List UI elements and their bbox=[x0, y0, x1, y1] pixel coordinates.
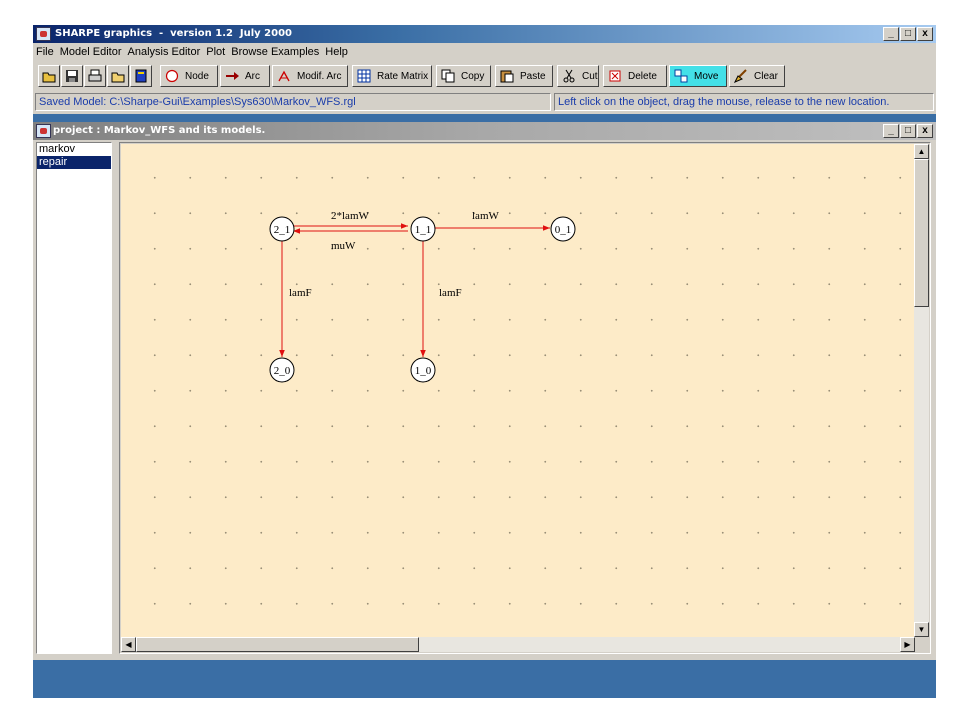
copy-button[interactable]: Copy bbox=[436, 65, 491, 87]
project-window: project : Markov_WFS and its models. _ □… bbox=[33, 122, 936, 660]
project-title-bar: project : Markov_WFS and its models. _ □… bbox=[33, 122, 936, 140]
maximize-button[interactable]: □ bbox=[900, 27, 916, 41]
menu-file[interactable]: File bbox=[33, 44, 57, 58]
scroll-down-button[interactable]: ▼ bbox=[914, 622, 929, 637]
bottom-blue-bar bbox=[33, 660, 936, 698]
toolbar: Node Arc Modif. Arc Rate Matrix Copy Pas… bbox=[33, 62, 936, 90]
node-2_0[interactable]: 2_0 bbox=[269, 357, 295, 383]
book-icon bbox=[134, 69, 148, 83]
menu-bar: File Model Editor Analysis Editor Plot Brows… bbox=[33, 44, 936, 61]
arrow-arc-icon bbox=[225, 69, 239, 83]
menu-model-editor[interactable]: Model Editor bbox=[57, 44, 125, 58]
modif-arc-tool-button[interactable]: Modif. Arc bbox=[272, 65, 348, 87]
node-label-2_1: 2_1 bbox=[274, 224, 291, 236]
copy-label: Copy bbox=[461, 70, 485, 82]
model-list-item[interactable]: markov bbox=[37, 143, 111, 156]
app-title-bar: SHARPE graphics - version 1.2 July 2000 … bbox=[33, 25, 936, 43]
status-row: Saved Model: C:\Sharpe-Gui\Examples\Sys6… bbox=[33, 93, 936, 111]
cut-button[interactable]: Cut bbox=[557, 65, 599, 87]
minimize-button[interactable]: _ bbox=[883, 27, 899, 41]
delete-label: Delete bbox=[628, 70, 657, 82]
book-button[interactable] bbox=[130, 65, 152, 87]
vertical-scrollbar[interactable]: ▲ ▼ bbox=[914, 144, 929, 637]
saved-model-path: Saved Model: C:\Sharpe-Gui\Examples\Sys6… bbox=[35, 93, 551, 111]
clear-label: Clear bbox=[754, 70, 778, 82]
graph-svg: 2*lamW muW lamW lamF lamF 2_1 1_1 0_1 2_… bbox=[269, 210, 576, 383]
move-tool-button[interactable]: Move bbox=[669, 65, 727, 87]
menu-help[interactable]: Help bbox=[322, 44, 351, 58]
node-tool-label: Node bbox=[185, 70, 209, 82]
new-folder-button[interactable] bbox=[107, 65, 129, 87]
application-window: SHARPE graphics - version 1.2 July 2000 … bbox=[33, 25, 936, 698]
app-title: SHARPE graphics - version 1.2 July 2000 bbox=[55, 28, 293, 39]
clear-button[interactable]: Clear bbox=[729, 65, 785, 87]
cut-label: Cut bbox=[582, 70, 598, 82]
open-button[interactable] bbox=[38, 65, 60, 87]
move-boxes-icon bbox=[674, 69, 688, 83]
node-1_1[interactable]: 1_1 bbox=[410, 216, 436, 242]
model-list-item-selected[interactable]: repair bbox=[37, 156, 111, 169]
open-folder-icon bbox=[42, 69, 56, 83]
arc-tool-button[interactable]: Arc bbox=[220, 65, 270, 87]
node-label-0_1: 0_1 bbox=[555, 224, 572, 236]
save-button[interactable] bbox=[61, 65, 83, 87]
node-label-1_1: 1_1 bbox=[415, 224, 432, 236]
scroll-left-button[interactable]: ◀ bbox=[121, 637, 136, 652]
horizontal-scrollbar[interactable]: ◀ ▶ bbox=[121, 637, 915, 652]
vertical-scroll-thumb[interactable] bbox=[914, 159, 929, 307]
node-label-1_0: 1_0 bbox=[415, 365, 432, 377]
save-icon bbox=[65, 69, 79, 83]
project-maximize-button[interactable]: □ bbox=[900, 124, 916, 138]
delete-eraser-icon bbox=[608, 69, 622, 83]
print-icon bbox=[88, 69, 102, 83]
arc-tool-label: Arc bbox=[245, 70, 260, 82]
graph-canvas[interactable]: 2*lamW muW lamW lamF lamF 2_1 1_1 0_1 2_… bbox=[121, 144, 915, 637]
project-minimize-button[interactable]: _ bbox=[883, 124, 899, 138]
matrix-grid-icon bbox=[357, 69, 371, 83]
circle-node-icon bbox=[165, 69, 179, 83]
rate-matrix-label: Rate Matrix bbox=[377, 70, 429, 82]
project-title: project : Markov_WFS and its models. bbox=[53, 125, 266, 136]
arc-label-lamw: lamW bbox=[472, 210, 499, 222]
horizontal-scroll-thumb[interactable] bbox=[136, 637, 419, 652]
arc-label-2lamw: 2*lamW bbox=[331, 210, 369, 222]
node-0_1[interactable]: 0_1 bbox=[550, 216, 576, 242]
close-button[interactable]: x bbox=[917, 27, 933, 41]
new-folder-icon bbox=[111, 69, 125, 83]
node-2_1[interactable]: 2_1 bbox=[269, 216, 295, 242]
modify-arc-icon bbox=[277, 69, 291, 83]
desktop-strip bbox=[33, 114, 936, 122]
delete-button[interactable]: Delete bbox=[603, 65, 667, 87]
scroll-right-button[interactable]: ▶ bbox=[900, 637, 915, 652]
tool-hint: Left click on the object, drag the mouse… bbox=[554, 93, 934, 111]
node-label-2_0: 2_0 bbox=[274, 365, 291, 377]
scroll-up-button[interactable]: ▲ bbox=[914, 144, 929, 159]
arc-label-muw: muW bbox=[331, 240, 356, 252]
sharpe-app-icon bbox=[36, 27, 51, 41]
menu-analysis-editor[interactable]: Analysis Editor bbox=[125, 44, 204, 58]
editor-frame: 2*lamW muW lamW lamF lamF 2_1 1_1 0_1 2_… bbox=[119, 142, 931, 654]
node-1_0[interactable]: 1_0 bbox=[410, 357, 436, 383]
paste-button[interactable]: Paste bbox=[495, 65, 553, 87]
paste-clipboard-icon bbox=[500, 69, 514, 83]
arc-label-lamf-right: lamF bbox=[439, 287, 462, 299]
menu-browse-examples[interactable]: Browse Examples bbox=[228, 44, 322, 58]
broom-icon bbox=[733, 69, 748, 83]
move-tool-label: Move bbox=[694, 70, 719, 82]
scissors-icon bbox=[562, 69, 576, 83]
print-button[interactable] bbox=[84, 65, 106, 87]
project-window-icon bbox=[36, 124, 51, 138]
paste-label: Paste bbox=[520, 70, 546, 82]
modif-arc-tool-label: Modif. Arc bbox=[297, 70, 342, 82]
project-close-button[interactable]: x bbox=[917, 124, 933, 138]
rate-matrix-button[interactable]: Rate Matrix bbox=[352, 65, 432, 87]
model-list[interactable]: markov repair bbox=[36, 142, 112, 654]
menu-plot[interactable]: Plot bbox=[203, 44, 228, 58]
arc-label-lamf-left: lamF bbox=[289, 287, 312, 299]
copy-icon bbox=[441, 69, 455, 83]
node-tool-button[interactable]: Node bbox=[160, 65, 218, 87]
